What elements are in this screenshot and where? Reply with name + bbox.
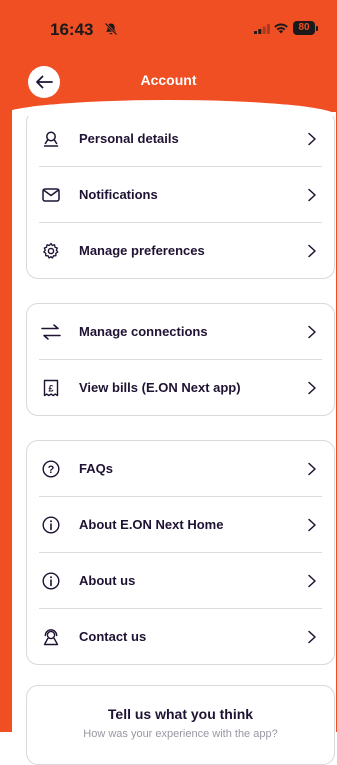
chevron-right-icon (308, 518, 316, 531)
menu-item-label: FAQs (79, 461, 113, 476)
chevron-right-icon (308, 244, 316, 257)
menu-item-about-eon-next-home[interactable]: About E.ON Next Home (39, 496, 322, 552)
app-header: 16:43 80 Account (0, 0, 337, 112)
menu-item-faqs[interactable]: ? FAQs (39, 441, 322, 496)
chevron-right-icon (308, 188, 316, 201)
svg-text:?: ? (48, 464, 55, 476)
signal-icon (254, 24, 270, 34)
receipt-pound-icon: £ (41, 378, 61, 398)
question-circle-icon: ? (41, 459, 61, 479)
menu-item-manage-connections[interactable]: Manage connections (39, 304, 322, 359)
account-settings-card: Personal details Notifications Manage pr… (26, 110, 335, 279)
menu-item-label: Notifications (79, 187, 158, 202)
info-circle-icon (41, 571, 61, 591)
envelope-icon (41, 185, 61, 205)
menu-item-about-us[interactable]: About us (39, 552, 322, 608)
battery-nub (316, 26, 318, 31)
menu-item-label: Contact us (79, 629, 147, 644)
gear-icon (41, 241, 61, 261)
menu-item-label: About us (79, 573, 136, 588)
swap-arrows-icon (41, 322, 61, 342)
chevron-right-icon (308, 574, 316, 587)
support-agent-icon (41, 627, 61, 647)
menu-item-manage-preferences[interactable]: Manage preferences (39, 222, 322, 278)
feedback-card[interactable]: Tell us what you think How was your expe… (26, 685, 335, 765)
page-title: Account (140, 72, 197, 88)
connections-card: Manage connections £ View bills (E.ON Ne… (26, 303, 335, 416)
svg-text:£: £ (48, 383, 53, 393)
status-time: 16:43 (50, 20, 94, 39)
wifi-icon (274, 23, 288, 34)
menu-item-notifications[interactable]: Notifications (39, 166, 322, 222)
feedback-subtitle: How was your experience with the app? (83, 728, 278, 740)
menu-item-personal-details[interactable]: Personal details (39, 111, 322, 166)
menu-item-label: Manage preferences (79, 243, 205, 258)
menu-item-contact-us[interactable]: Contact us (39, 608, 322, 664)
feedback-title: Tell us what you think (107, 706, 254, 722)
chevron-right-icon (308, 462, 316, 475)
menu-item-label: View bills (E.ON Next app) (79, 380, 241, 395)
info-circle-icon (41, 515, 61, 535)
menu-item-label: Manage connections (79, 324, 208, 339)
menu-item-view-bills[interactable]: £ View bills (E.ON Next app) (39, 359, 322, 415)
battery-indicator: 80 (293, 21, 315, 35)
bell-muted-icon (104, 22, 118, 36)
chevron-right-icon (308, 381, 316, 394)
person-icon (41, 129, 61, 149)
help-card: ? FAQs About E.ON Next Home About us Con… (26, 440, 335, 665)
menu-item-label: About E.ON Next Home (79, 517, 224, 532)
menu-item-label: Personal details (79, 131, 179, 146)
status-bar: 16:43 80 (0, 0, 337, 60)
chevron-right-icon (308, 132, 316, 145)
chevron-right-icon (308, 630, 316, 643)
chevron-right-icon (308, 325, 316, 338)
